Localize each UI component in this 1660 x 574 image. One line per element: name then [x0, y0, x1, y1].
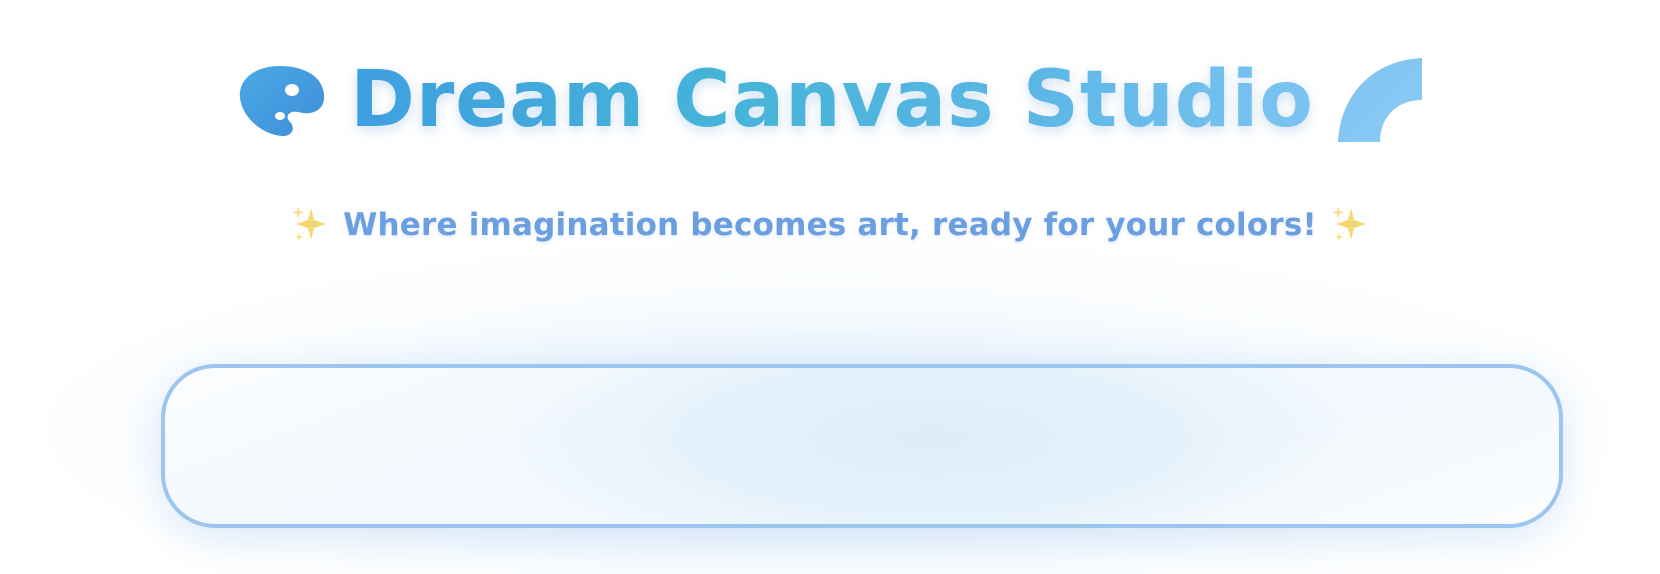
- drawing-canvas[interactable]: [161, 364, 1563, 528]
- sparkles-icon: [1329, 204, 1371, 246]
- page: Dream Canvas Studio Where imagination be…: [0, 0, 1660, 574]
- header: Dream Canvas Studio: [0, 52, 1660, 148]
- artist-palette-icon: [236, 62, 328, 138]
- sparkles-icon: [289, 204, 331, 246]
- subtitle-row: Where imagination becomes art, ready for…: [0, 200, 1660, 250]
- page-title: Dream Canvas Studio: [350, 52, 1314, 148]
- subtitle-text: Where imagination becomes art, ready for…: [343, 207, 1317, 243]
- rainbow-arc-icon: [1336, 56, 1424, 144]
